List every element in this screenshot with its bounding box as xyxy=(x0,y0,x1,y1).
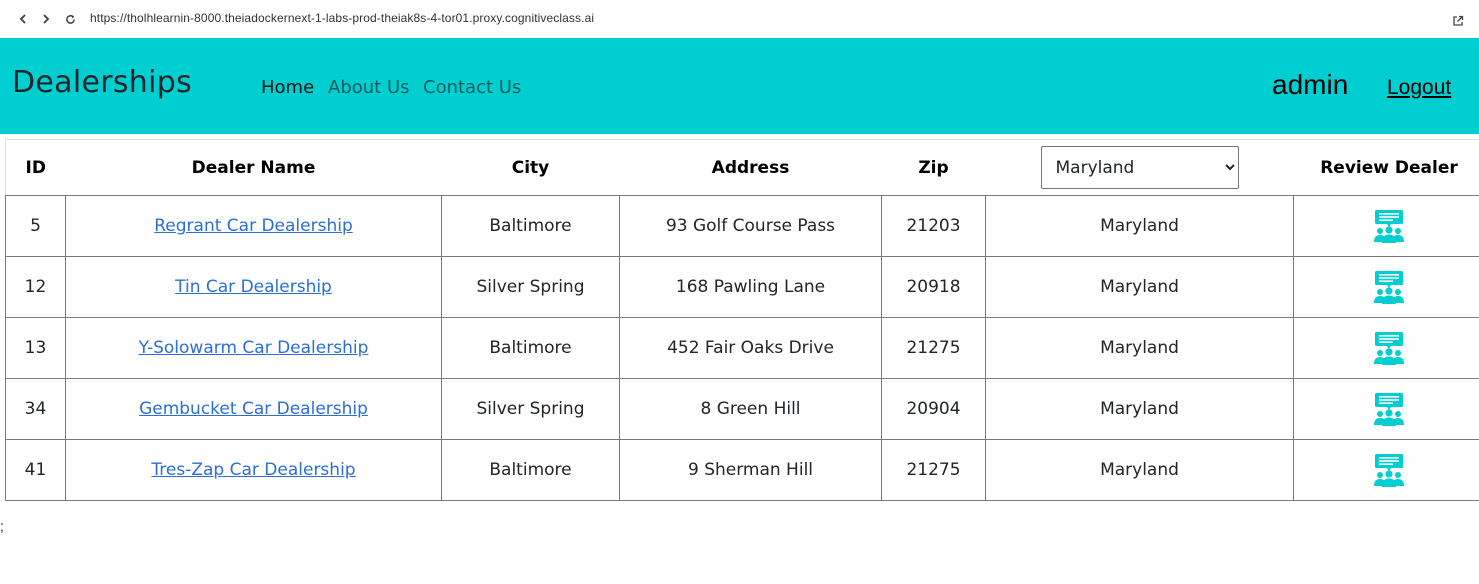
cell-state: Maryland xyxy=(985,378,1294,440)
cell-state: Maryland xyxy=(985,439,1294,501)
username-label: admin xyxy=(1272,69,1349,100)
cell-address: 8 Green Hill xyxy=(619,378,882,440)
cell-city: Silver Spring xyxy=(441,256,620,318)
dealer-link[interactable]: Gembucket Car Dealership xyxy=(139,399,368,419)
table-row: 41 Tres-Zap Car Dealership Baltimore 9 S… xyxy=(5,439,1479,501)
cell-address: 9 Sherman Hill xyxy=(619,439,882,501)
cell-review xyxy=(1293,317,1479,379)
brand-title[interactable]: Dealerships xyxy=(12,65,192,100)
dealer-link[interactable]: Tres-Zap Car Dealership xyxy=(151,460,355,480)
cell-zip: 21275 xyxy=(881,439,986,501)
cell-dealer-name: Tin Car Dealership xyxy=(65,256,442,318)
table-header-row: ID Dealer Name City Address Zip Maryland… xyxy=(5,139,1479,196)
cell-state: Maryland xyxy=(985,195,1294,257)
cell-city: Baltimore xyxy=(441,195,620,257)
header-state-filter: Maryland xyxy=(985,139,1294,196)
cell-address: 452 Fair Oaks Drive xyxy=(619,317,882,379)
cell-dealer-name: Regrant Car Dealership xyxy=(65,195,442,257)
cell-city: Silver Spring xyxy=(441,378,620,440)
reload-icon[interactable] xyxy=(61,10,79,28)
cell-review xyxy=(1293,378,1479,440)
cell-id: 13 xyxy=(5,317,66,379)
state-filter-select[interactable]: Maryland xyxy=(1040,146,1239,189)
cell-city: Baltimore xyxy=(441,317,620,379)
cell-review xyxy=(1293,439,1479,501)
header-address: Address xyxy=(619,139,882,196)
cell-dealer-name: Gembucket Car Dealership xyxy=(65,378,442,440)
top-navbar: Dealerships Home About Us Contact Us adm… xyxy=(0,38,1479,134)
review-people-icon[interactable] xyxy=(1372,270,1406,304)
nav-link-contact[interactable]: Contact Us xyxy=(423,77,521,98)
stray-text: ; xyxy=(0,518,4,534)
header-zip: Zip xyxy=(881,139,986,196)
table-row: 5 Regrant Car Dealership Baltimore 93 Go… xyxy=(5,195,1479,257)
dealers-table-container: ID Dealer Name City Address Zip Maryland… xyxy=(5,139,1479,501)
dealer-link[interactable]: Y-Solowarm Car Dealership xyxy=(139,338,369,358)
table-row: 13 Y-Solowarm Car Dealership Baltimore 4… xyxy=(5,317,1479,379)
cell-review xyxy=(1293,256,1479,318)
nav-link-about[interactable]: About Us xyxy=(328,77,410,98)
dealer-link[interactable]: Tin Car Dealership xyxy=(175,277,332,297)
open-external-icon[interactable] xyxy=(1452,12,1466,26)
forward-icon[interactable] xyxy=(37,10,55,28)
cell-zip: 21275 xyxy=(881,317,986,379)
nav-link-home[interactable]: Home xyxy=(261,77,314,98)
header-review-dealer: Review Dealer xyxy=(1293,139,1479,196)
review-people-icon[interactable] xyxy=(1372,331,1406,365)
dealer-link[interactable]: Regrant Car Dealership xyxy=(154,216,353,236)
review-people-icon[interactable] xyxy=(1372,453,1406,487)
dealer-rows: 5 Regrant Car Dealership Baltimore 93 Go… xyxy=(5,195,1479,501)
dealers-table: ID Dealer Name City Address Zip Maryland… xyxy=(5,139,1479,501)
cell-review xyxy=(1293,195,1479,257)
cell-dealer-name: Tres-Zap Car Dealership xyxy=(65,439,442,501)
url-text[interactable]: https://tholhlearnin-8000.theiadockernex… xyxy=(90,11,594,25)
cell-city: Baltimore xyxy=(441,439,620,501)
cell-id: 12 xyxy=(5,256,66,318)
cell-address: 93 Golf Course Pass xyxy=(619,195,882,257)
cell-id: 41 xyxy=(5,439,66,501)
browser-address-bar: https://tholhlearnin-8000.theiadockernex… xyxy=(0,0,1479,38)
header-dealer-name: Dealer Name xyxy=(65,139,442,196)
header-id: ID xyxy=(5,139,66,196)
header-city: City xyxy=(441,139,620,196)
cell-zip: 20904 xyxy=(881,378,986,440)
cell-state: Maryland xyxy=(985,317,1294,379)
review-people-icon[interactable] xyxy=(1372,209,1406,243)
cell-zip: 21203 xyxy=(881,195,986,257)
back-icon[interactable] xyxy=(14,10,32,28)
review-people-icon[interactable] xyxy=(1372,392,1406,426)
table-row: 12 Tin Car Dealership Silver Spring 168 … xyxy=(5,256,1479,318)
cell-address: 168 Pawling Lane xyxy=(619,256,882,318)
cell-zip: 20918 xyxy=(881,256,986,318)
cell-state: Maryland xyxy=(985,256,1294,318)
logout-link[interactable]: Logout xyxy=(1387,76,1451,100)
cell-id: 34 xyxy=(5,378,66,440)
cell-id: 5 xyxy=(5,195,66,257)
table-row: 34 Gembucket Car Dealership Silver Sprin… xyxy=(5,378,1479,440)
cell-dealer-name: Y-Solowarm Car Dealership xyxy=(65,317,442,379)
